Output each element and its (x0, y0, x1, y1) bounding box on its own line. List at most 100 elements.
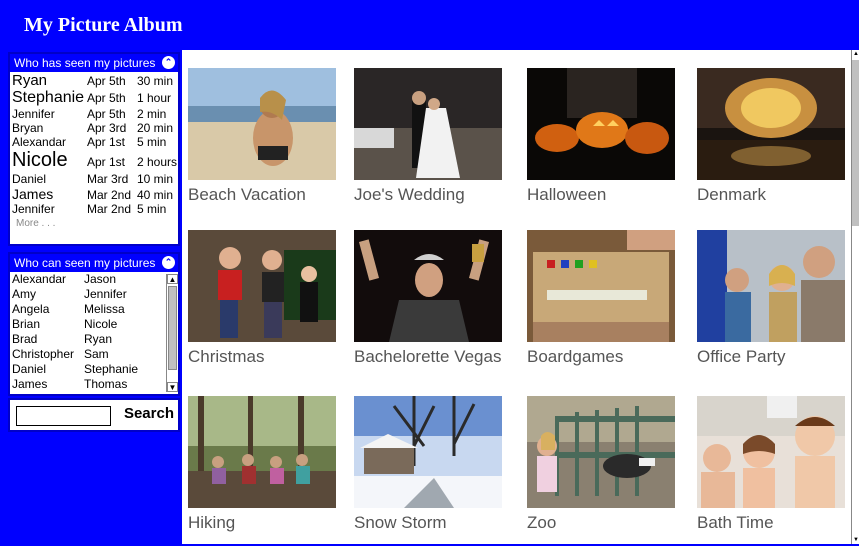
viewer-date: Apr 5th (87, 107, 126, 121)
album-tile[interactable]: Denmark (697, 68, 845, 205)
permitted-user[interactable]: Angela (12, 302, 84, 317)
scroll-down-icon[interactable]: ▼ (852, 536, 859, 544)
app-title: My Picture Album (24, 14, 183, 36)
permitted-user[interactable]: Ryan (84, 332, 112, 347)
permitted-user[interactable]: James (12, 377, 84, 392)
viewer-name: Alexandar (12, 135, 67, 149)
who-has-seen-header: Who has seen my pictures ⌃ (10, 54, 178, 72)
viewer-duration: 1 hour (137, 91, 172, 105)
halloween-photo[interactable] (527, 68, 675, 180)
viewer-row: James Mar 2nd 40 min (10, 186, 178, 202)
scrollbar-thumb[interactable] (168, 286, 177, 370)
permitted-user[interactable]: Melissa (84, 302, 125, 317)
viewer-name: Jennifer (12, 202, 55, 216)
beach-photo[interactable] (188, 68, 336, 180)
album-tile[interactable]: Beach Vacation (188, 68, 336, 205)
permitted-users-row: Amy Jennifer (12, 287, 178, 302)
viewer-name: Nicole (12, 149, 68, 171)
permitted-users-row: Daniel Stephanie (12, 362, 178, 377)
album-tile[interactable]: Bachelorette Vegas (354, 230, 502, 367)
permitted-user[interactable]: Amy (12, 287, 84, 302)
viewer-row: Jennifer Apr 5th 2 min (10, 107, 178, 121)
permitted-user[interactable]: Thomas (84, 377, 127, 392)
viewer-row: Alexandar Apr 1st 5 min (10, 135, 178, 149)
viewer-name: Daniel (12, 172, 47, 186)
viewer-name: Bryan (12, 121, 44, 135)
office-party-photo[interactable] (697, 230, 845, 342)
album-tile[interactable]: Bath Time (697, 396, 845, 533)
album-caption[interactable]: Bachelorette Vegas (354, 347, 502, 367)
album-caption[interactable]: Joe's Wedding (354, 185, 502, 205)
viewer-date: Apr 3rd (87, 121, 127, 135)
album-caption[interactable]: Office Party (697, 347, 845, 367)
viewer-row: Daniel Mar 3rd 10 min (10, 172, 178, 186)
scroll-up-icon[interactable]: ▲ (852, 50, 859, 58)
viewer-date: Mar 3rd (87, 172, 129, 186)
who-can-see-title: Who can seen my pictures (14, 256, 156, 270)
album-tile[interactable]: Boardgames (527, 230, 675, 367)
page-scrollbar[interactable]: ▲ ▼ (851, 50, 859, 544)
album-tile[interactable]: Snow Storm (354, 396, 502, 533)
viewer-duration: 10 min (137, 172, 174, 186)
viewer-duration: 40 min (137, 188, 174, 202)
viewer-name: Jennifer (12, 107, 55, 121)
permitted-user[interactable]: Christopher (12, 347, 84, 362)
permitted-user[interactable]: Stephanie (84, 362, 138, 377)
album-tile[interactable]: Office Party (697, 230, 845, 367)
permitted-user[interactable]: Nicole (84, 317, 117, 332)
permitted-user[interactable]: Jason (84, 272, 116, 287)
wedding-photo[interactable] (354, 68, 502, 180)
permitted-user[interactable]: Sam (84, 347, 109, 362)
permitted-user[interactable]: Brian (12, 317, 84, 332)
permitted-user[interactable]: Daniel (12, 362, 84, 377)
permitted-users-row: Alexandar Jason (12, 272, 178, 287)
search-button[interactable]: Search (124, 405, 174, 422)
album-caption[interactable]: Denmark (697, 185, 845, 205)
zoo-photo[interactable] (527, 396, 675, 508)
viewer-duration: 30 min (137, 74, 174, 88)
album-caption[interactable]: Snow Storm (354, 513, 502, 533)
scroll-down-icon[interactable]: ▼ (167, 382, 178, 392)
christmas-photo[interactable] (188, 230, 336, 342)
snow-storm-photo[interactable] (354, 396, 502, 508)
album-tile[interactable]: Halloween (527, 68, 675, 205)
collapse-icon[interactable]: ⌃ (162, 56, 175, 69)
album-caption[interactable]: Hiking (188, 513, 336, 533)
album-caption[interactable]: Halloween (527, 185, 675, 205)
album-tile[interactable]: Joe's Wedding (354, 68, 502, 205)
vegas-photo[interactable] (354, 230, 502, 342)
scroll-up-icon[interactable]: ▲ (167, 274, 178, 284)
permitted-user[interactable]: Jennifer (84, 287, 127, 302)
who-has-seen-title: Who has seen my pictures (14, 56, 156, 70)
album-caption[interactable]: Beach Vacation (188, 185, 336, 205)
permitted-users-scrollbar[interactable]: ▲ ▼ (166, 274, 178, 392)
album-caption[interactable]: Bath Time (697, 513, 845, 533)
search-input[interactable] (16, 406, 111, 426)
permitted-user[interactable]: Alexandar (12, 272, 84, 287)
album-caption[interactable]: Christmas (188, 347, 336, 367)
boardgames-photo[interactable] (527, 230, 675, 342)
album-tile[interactable]: Hiking (188, 396, 336, 533)
who-can-see-header: Who can seen my pictures ⌃ (10, 254, 178, 272)
viewer-duration: 5 min (137, 135, 167, 149)
permitted-users-row: Brad Ryan (12, 332, 178, 347)
viewer-duration: 20 min (137, 121, 174, 135)
permitted-users-list: Alexandar Jason Amy Jennifer Angela Melissa Br… (10, 272, 178, 392)
viewer-duration: 5 min (137, 202, 167, 216)
album-tile[interactable]: Christmas (188, 230, 336, 367)
viewer-date: Apr 5th (87, 91, 126, 105)
more-link[interactable]: More . . . (10, 218, 178, 229)
bath-time-photo[interactable] (697, 396, 845, 508)
album-caption[interactable]: Boardgames (527, 347, 675, 367)
denmark-photo[interactable] (697, 68, 845, 180)
collapse-icon[interactable]: ⌃ (162, 256, 175, 269)
permitted-users-row: Brian Nicole (12, 317, 178, 332)
viewer-date: Mar 2nd (87, 202, 132, 216)
scrollbar-thumb[interactable] (852, 60, 859, 226)
hiking-photo[interactable] (188, 396, 336, 508)
album-tile[interactable]: Zoo (527, 396, 675, 533)
permitted-user[interactable]: Brad (12, 332, 84, 347)
viewer-row: Ryan Apr 5th 30 min (10, 72, 178, 89)
album-caption[interactable]: Zoo (527, 513, 675, 533)
permitted-users-row: James Thomas (12, 377, 178, 392)
